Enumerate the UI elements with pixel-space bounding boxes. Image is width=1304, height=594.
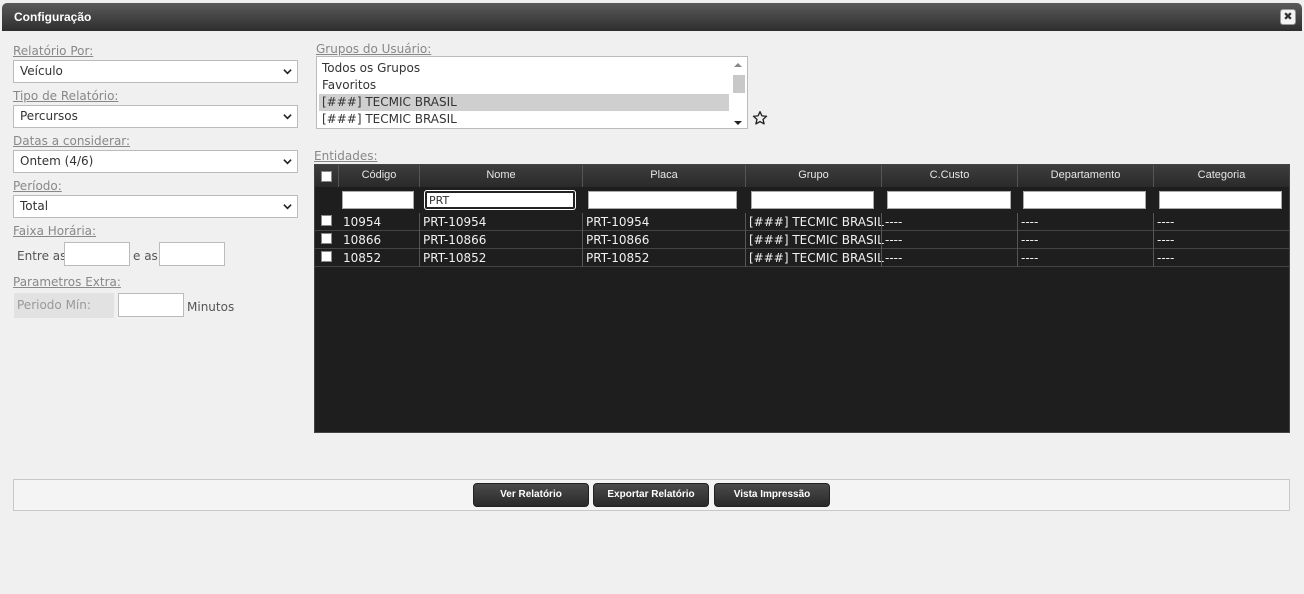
col-header-departamento[interactable]: Departamento bbox=[1018, 165, 1154, 187]
tipo-relatorio-select[interactable]: Percursos bbox=[13, 105, 298, 128]
exportar-relatorio-button[interactable]: Exportar Relatório bbox=[593, 483, 709, 507]
chevron-down-icon bbox=[283, 204, 292, 210]
parametros-extra-label: Parametros Extra: bbox=[13, 275, 121, 289]
row-checkbox[interactable] bbox=[321, 233, 332, 244]
column-divider bbox=[1153, 213, 1154, 267]
close-icon[interactable]: ✖ bbox=[1280, 9, 1296, 25]
filter-categoria-input[interactable] bbox=[1159, 191, 1282, 209]
periodo-value: Total bbox=[20, 199, 49, 213]
col-header-codigo[interactable]: Código bbox=[339, 165, 420, 187]
cell-placa: PRT-10954 bbox=[586, 215, 650, 229]
filter-ccusto-input[interactable] bbox=[887, 191, 1011, 209]
table-row[interactable]: 10954 PRT-10954 PRT-10954 [###] TECMIC B… bbox=[315, 213, 1289, 231]
periodo-select[interactable]: Total bbox=[13, 195, 298, 218]
filter-placa-input[interactable] bbox=[588, 191, 737, 209]
e-as-label: e as bbox=[133, 249, 158, 263]
grupos-label: Grupos do Usuário: bbox=[316, 42, 432, 56]
grupo-item[interactable]: [###] TECMIC BRASIL bbox=[319, 111, 729, 128]
scroll-down-icon[interactable] bbox=[734, 121, 742, 125]
cell-ccusto: ---- bbox=[885, 233, 903, 247]
filter-nome-input[interactable]: PRT bbox=[424, 190, 576, 210]
relatorio-por-select[interactable]: Veículo bbox=[13, 60, 298, 83]
window-title: Configuração bbox=[14, 10, 92, 24]
periodo-min-label: Periodo Mín: bbox=[17, 298, 91, 312]
chevron-down-icon bbox=[283, 69, 292, 75]
col-header-nome[interactable]: Nome bbox=[420, 165, 583, 187]
faixa-start-input[interactable] bbox=[64, 242, 130, 266]
column-divider bbox=[582, 213, 583, 267]
periodo-min-input[interactable] bbox=[118, 293, 184, 317]
faixa-end-input[interactable] bbox=[159, 242, 225, 266]
filter-grupo-input[interactable] bbox=[751, 191, 874, 209]
chevron-down-icon bbox=[283, 114, 292, 120]
scroll-thumb[interactable] bbox=[733, 75, 745, 93]
periodo-label: Período: bbox=[13, 179, 62, 193]
window-titlebar: Configuração ✖ bbox=[2, 3, 1302, 31]
tipo-relatorio-label: Tipo de Relatório: bbox=[13, 89, 119, 103]
grupo-item-selected[interactable]: [###] TECMIC BRASIL bbox=[319, 94, 729, 111]
cell-codigo: 10954 bbox=[343, 215, 382, 229]
datas-label: Datas a considerar: bbox=[13, 134, 131, 148]
grupos-listbox[interactable]: Todos os Grupos Favoritos [###] TECMIC B… bbox=[316, 56, 748, 129]
row-checkbox[interactable] bbox=[321, 215, 332, 226]
relatorio-por-value: Veículo bbox=[20, 64, 63, 78]
cell-categoria: ---- bbox=[1157, 233, 1175, 247]
cell-departamento: ---- bbox=[1021, 233, 1039, 247]
row-checkbox[interactable] bbox=[321, 251, 332, 262]
ver-relatorio-button[interactable]: Ver Relatório bbox=[473, 483, 589, 507]
entre-as-label: Entre as bbox=[17, 249, 67, 263]
table-row[interactable]: 10852 PRT-10852 PRT-10852 [###] TECMIC B… bbox=[315, 249, 1289, 267]
cell-categoria: ---- bbox=[1157, 251, 1175, 265]
column-divider bbox=[419, 213, 420, 267]
cell-nome: PRT-10954 bbox=[423, 215, 487, 229]
cell-placa: PRT-10866 bbox=[586, 233, 650, 247]
cell-categoria: ---- bbox=[1157, 215, 1175, 229]
cell-nome: PRT-10866 bbox=[423, 233, 487, 247]
cell-ccusto: ---- bbox=[885, 215, 903, 229]
tipo-relatorio-value: Percursos bbox=[20, 109, 78, 123]
cell-ccusto: ---- bbox=[885, 251, 903, 265]
scroll-up-icon[interactable] bbox=[734, 63, 742, 67]
col-header-placa[interactable]: Placa bbox=[583, 165, 746, 187]
col-header-grupo[interactable]: Grupo bbox=[746, 165, 882, 187]
column-divider bbox=[745, 213, 746, 267]
cell-nome: PRT-10852 bbox=[423, 251, 487, 265]
cell-grupo: [###] TECMIC BRASIL bbox=[749, 215, 884, 229]
filter-codigo-input[interactable] bbox=[342, 191, 414, 209]
relatorio-por-label: Relatório Por: bbox=[13, 44, 94, 58]
cell-grupo: [###] TECMIC BRASIL bbox=[749, 251, 884, 265]
faixa-horaria-label: Faixa Horária: bbox=[13, 224, 97, 238]
vista-impressao-button[interactable]: Vista Impressão bbox=[714, 483, 830, 507]
grupos-scrollbar[interactable] bbox=[732, 59, 745, 127]
datas-select[interactable]: Ontem (4/6) bbox=[13, 150, 298, 173]
grupo-item[interactable]: Favoritos bbox=[319, 77, 729, 94]
select-all-header bbox=[315, 165, 339, 187]
entidades-grid: Código Nome Placa Grupo C.Custo Departam… bbox=[314, 164, 1290, 433]
cell-grupo: [###] TECMIC BRASIL bbox=[749, 233, 884, 247]
cell-placa: PRT-10852 bbox=[586, 251, 650, 265]
cell-codigo: 10852 bbox=[343, 251, 382, 265]
select-all-checkbox[interactable] bbox=[321, 171, 332, 182]
col-header-categoria[interactable]: Categoria bbox=[1154, 165, 1289, 187]
entidades-label: Entidades: bbox=[314, 149, 378, 163]
grupo-item[interactable]: Todos os Grupos bbox=[319, 60, 729, 77]
column-divider bbox=[1017, 213, 1018, 267]
datas-value: Ontem (4/6) bbox=[20, 154, 94, 168]
col-header-ccusto[interactable]: C.Custo bbox=[882, 165, 1018, 187]
cell-codigo: 10866 bbox=[343, 233, 382, 247]
periodo-min-label-box: Periodo Mín: bbox=[14, 293, 114, 318]
cell-departamento: ---- bbox=[1021, 215, 1039, 229]
cell-departamento: ---- bbox=[1021, 251, 1039, 265]
minutos-label: Minutos bbox=[187, 300, 235, 314]
star-icon[interactable] bbox=[752, 110, 768, 126]
chevron-down-icon bbox=[283, 159, 292, 165]
table-row[interactable]: 10866 PRT-10866 PRT-10866 [###] TECMIC B… bbox=[315, 231, 1289, 249]
column-divider bbox=[881, 213, 882, 267]
filter-departamento-input[interactable] bbox=[1023, 191, 1146, 209]
